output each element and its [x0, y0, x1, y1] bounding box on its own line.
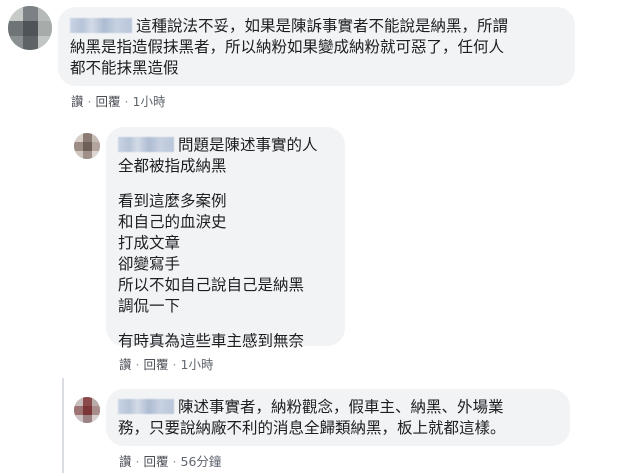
like-link[interactable]: 讚	[119, 357, 132, 372]
comment-text-line: 陳述事實者，納粉觀念，假車主、納黑、外場業	[118, 397, 558, 418]
avatar[interactable]	[74, 397, 100, 423]
comment-text-line: 全都被指成納黑	[118, 157, 227, 175]
comment-text-line: 調侃一下	[118, 297, 181, 315]
timestamp[interactable]: 56分鐘	[181, 454, 222, 469]
comment-actions: 讚 · 回覆 · 1小時	[119, 354, 213, 373]
comment-text-line: 有時真為這些車主感到無奈	[118, 332, 305, 350]
comment-text-line: 打成文章	[118, 234, 181, 252]
comment-text-line: 所以不如自己說自己是納黑	[118, 276, 305, 294]
separator-dot: ·	[172, 454, 177, 469]
comment-text-line: 納黑是指造假抹黑者，所以納粉如果變成納粉就可惡了，任何人	[70, 38, 505, 56]
author-name[interactable]	[118, 399, 174, 414]
comment-bubble: 這種說法不妥，如果是陳訴事實者不能說是納黑，所謂 納黑是指造假抹黑者，所以納粉如…	[58, 7, 575, 86]
comment-actions: 讚 · 回覆 · 56分鐘	[119, 451, 221, 470]
timestamp[interactable]: 1小時	[181, 357, 214, 372]
comment-bubble: 陳述事實者，納粉觀念，假車主、納黑、外場業 務，只要說納廠不利的消息全歸類納黑，…	[106, 389, 570, 446]
comment-text-line: 看到這麼多案例	[118, 192, 227, 210]
comment-actions: 讚 · 回覆 · 1小時	[71, 91, 165, 110]
reply-link[interactable]: 回覆	[96, 94, 121, 109]
comment-text-line: 務，只要說納廠不利的消息全歸類納黑，板上就都這樣。	[118, 419, 506, 437]
like-link[interactable]: 讚	[71, 94, 84, 109]
comment-text-line: 卻變寫手	[118, 255, 181, 273]
avatar[interactable]	[74, 133, 100, 159]
like-link[interactable]: 讚	[119, 454, 132, 469]
comment-text-line: 和自己的血淚史	[118, 213, 227, 231]
blurred-avatar-icon	[74, 133, 100, 159]
blurred-avatar-icon	[8, 6, 52, 50]
separator-dot: ·	[172, 357, 177, 372]
timestamp[interactable]: 1小時	[133, 94, 166, 109]
separator-dot: ·	[87, 94, 92, 109]
author-name[interactable]	[70, 18, 132, 33]
author-name[interactable]	[118, 137, 174, 152]
reply-link[interactable]: 回覆	[144, 357, 169, 372]
thread-line	[62, 378, 64, 473]
comment-text-line: 問題是陳述事實的人	[118, 135, 333, 156]
separator-dot: ·	[124, 94, 129, 109]
blurred-avatar-icon	[74, 397, 100, 423]
comment-text-line: 都不能抹黑造假	[70, 59, 179, 77]
separator-dot: ·	[135, 454, 140, 469]
reply-link[interactable]: 回覆	[144, 454, 169, 469]
avatar[interactable]	[8, 6, 52, 50]
comment-bubble: 問題是陳述事實的人 全都被指成納黑 看到這麼多案例 和自己的血淚史 打成文章 卻…	[106, 127, 345, 350]
separator-dot: ·	[135, 357, 140, 372]
comment-text-line: 這種說法不妥，如果是陳訴事實者不能說是納黑，所謂	[70, 16, 563, 37]
